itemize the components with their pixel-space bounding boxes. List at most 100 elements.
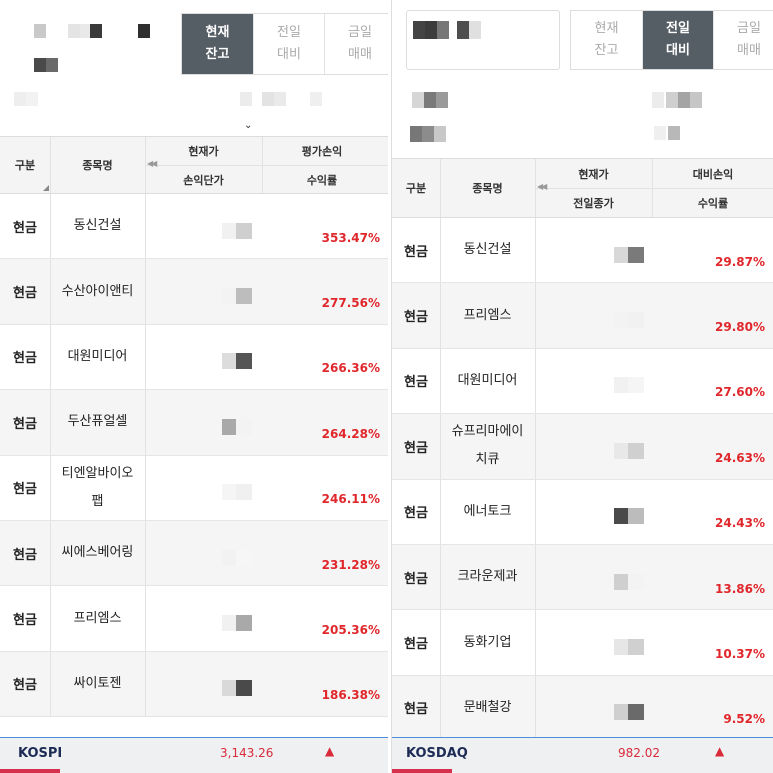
table-row[interactable]: 현금 동화기업 10.37% <box>392 610 773 676</box>
up-triangle-icon: ▲ <box>325 744 335 758</box>
table-row[interactable]: 현금 프리엠스 29.80% <box>392 283 773 349</box>
holding-type: 현금 <box>13 482 37 498</box>
table-row[interactable]: 현금 씨에스베어링 231.28% <box>0 521 388 587</box>
table-row[interactable]: 현금 대원미디어 27.60% <box>392 348 773 415</box>
return-rate: 29.80% <box>715 320 765 335</box>
sort-corner-icon <box>43 185 49 191</box>
holding-type: 현금 <box>13 351 37 367</box>
stock-name[interactable]: 수산아이앤티 <box>50 259 145 323</box>
masked-price <box>222 680 262 697</box>
tab-previous-day[interactable]: 전일 대비 <box>253 14 324 74</box>
masked-summary-2 <box>410 126 450 142</box>
index-name: KOSPI <box>18 746 63 761</box>
view-tabs: 현재 잔고 전일 대비 금일 매매 <box>181 13 388 75</box>
return-rate: 246.11% <box>321 492 380 507</box>
masked-summary <box>14 92 54 106</box>
return-rate: 231.28% <box>321 557 380 572</box>
index-footer[interactable]: KOSPI 3,143.26 ▲ <box>0 737 388 773</box>
masked-price <box>614 704 654 721</box>
masked-price <box>614 442 654 459</box>
column-diff-pnl: 대비손익 <box>692 167 734 181</box>
table-row[interactable]: 현금 대원미디어 266.36% <box>0 324 388 391</box>
stock-name[interactable]: 동신건설 <box>440 218 535 282</box>
table-row[interactable]: 현금 싸이토젠 186.38% <box>0 651 388 718</box>
masked-price <box>222 418 262 435</box>
masked-summary-value <box>652 92 712 108</box>
stock-name[interactable]: 티엔알바이오 팹 <box>50 456 145 520</box>
stock-name[interactable]: 씨에스베어링 <box>50 521 145 585</box>
holding-type: 현금 <box>404 375 428 391</box>
table-row[interactable]: 현금 슈프리마에이 치큐 24.63% <box>392 414 773 480</box>
holding-type: 현금 <box>13 416 37 432</box>
holding-type: 현금 <box>13 613 37 629</box>
return-rate: 24.43% <box>715 516 765 531</box>
tab-today-trade[interactable]: 금일 매매 <box>324 14 388 74</box>
masked-price <box>614 508 654 525</box>
masked-account-name <box>34 58 74 72</box>
table-row[interactable]: 현금 문배철강 9.52% <box>392 675 773 742</box>
holding-type: 현금 <box>13 547 37 563</box>
stock-name[interactable]: 프리엠스 <box>50 586 145 650</box>
holding-type: 현금 <box>404 244 428 260</box>
tab-current-balance[interactable]: 현재 잔고 <box>182 14 253 74</box>
column-return-rate: 수익률 <box>306 174 338 187</box>
holding-type: 현금 <box>13 220 37 236</box>
stock-name[interactable]: 프리엠스 <box>440 283 535 347</box>
holding-type: 현금 <box>404 506 428 522</box>
account-selector[interactable] <box>6 10 176 86</box>
return-rate: 9.52% <box>723 712 765 727</box>
column-current-price: 현재가 <box>188 145 219 158</box>
right-panel-previous-day: 현재 잔고 전일 대비 금일 매매 구분 종목명 ◀◀ 현재가 전일종가 대비손… <box>391 0 773 773</box>
masked-price <box>222 353 262 370</box>
stock-name[interactable]: 문배철강 <box>440 676 535 740</box>
stock-name[interactable]: 싸이토젠 <box>50 652 145 716</box>
table-row[interactable]: 현금 에너토크 24.43% <box>392 479 773 545</box>
stock-name[interactable]: 크라운제과 <box>440 545 535 609</box>
stock-name[interactable]: 동화기업 <box>440 610 535 674</box>
return-rate: 24.63% <box>715 450 765 465</box>
holding-type: 현금 <box>13 678 37 694</box>
tab-previous-day[interactable]: 전일 대비 <box>642 11 713 69</box>
table-row[interactable]: 현금 두산퓨얼셀 264.28% <box>0 390 388 456</box>
account-selector[interactable] <box>406 10 560 70</box>
column-current-price: 현재가 <box>578 167 609 181</box>
masked-price <box>614 377 654 394</box>
column-type: 구분 <box>405 182 427 195</box>
masked-summary-value <box>240 92 330 106</box>
holding-type: 현금 <box>404 310 428 326</box>
table-row[interactable]: 현금 동신건설 353.47% <box>0 194 388 260</box>
stock-name[interactable]: 대원미디어 <box>440 349 535 413</box>
column-return-rate: 수익률 <box>697 197 729 210</box>
masked-price <box>614 639 654 656</box>
table-row[interactable]: 현금 프리엠스 205.36% <box>0 586 388 652</box>
holding-type: 현금 <box>404 637 428 653</box>
index-footer[interactable]: KOSDAQ 982.02 ▲ <box>392 737 773 773</box>
return-rate: 186.38% <box>321 688 380 703</box>
stock-name[interactable]: 동신건설 <box>50 194 145 258</box>
holding-type: 현금 <box>404 440 428 456</box>
masked-account-number <box>34 24 164 38</box>
return-rate: 353.47% <box>321 230 380 245</box>
return-rate: 10.37% <box>715 647 765 662</box>
masked-price <box>222 222 262 239</box>
stock-name[interactable]: 두산퓨얼셀 <box>50 390 145 454</box>
footer-accent-bar <box>392 769 452 773</box>
return-rate: 266.36% <box>321 361 380 376</box>
masked-price <box>614 246 654 263</box>
table-row[interactable]: 현금 동신건설 29.87% <box>392 218 773 284</box>
expand-chevron-icon[interactable]: ⌄ <box>244 120 252 131</box>
return-rate: 264.28% <box>321 426 380 441</box>
left-panel-current-balance: 현재 잔고 전일 대비 금일 매매 ⌄ 구분 종목명 ◀◀ 현재가 손익단가 평… <box>0 0 388 773</box>
return-rate: 277.56% <box>321 296 380 311</box>
stock-name[interactable]: 대원미디어 <box>50 325 145 389</box>
stock-name[interactable]: 슈프리마에이 치큐 <box>440 414 535 478</box>
tab-current-balance[interactable]: 현재 잔고 <box>571 11 642 69</box>
table-row[interactable]: 현금 크라운제과 13.86% <box>392 545 773 611</box>
column-name: 종목명 <box>82 159 113 172</box>
stock-name[interactable]: 에너토크 <box>440 480 535 544</box>
view-tabs: 현재 잔고 전일 대비 금일 매매 <box>570 10 773 70</box>
table-row[interactable]: 현금 티엔알바이오 팹 246.11% <box>0 455 388 521</box>
table-row[interactable]: 현금 수산아이앤티 277.56% <box>0 259 388 325</box>
tab-today-trade[interactable]: 금일 매매 <box>713 11 773 69</box>
table-header: 구분 종목명 ◀◀ 현재가 손익단가 평가손익 수익률 <box>0 136 388 194</box>
